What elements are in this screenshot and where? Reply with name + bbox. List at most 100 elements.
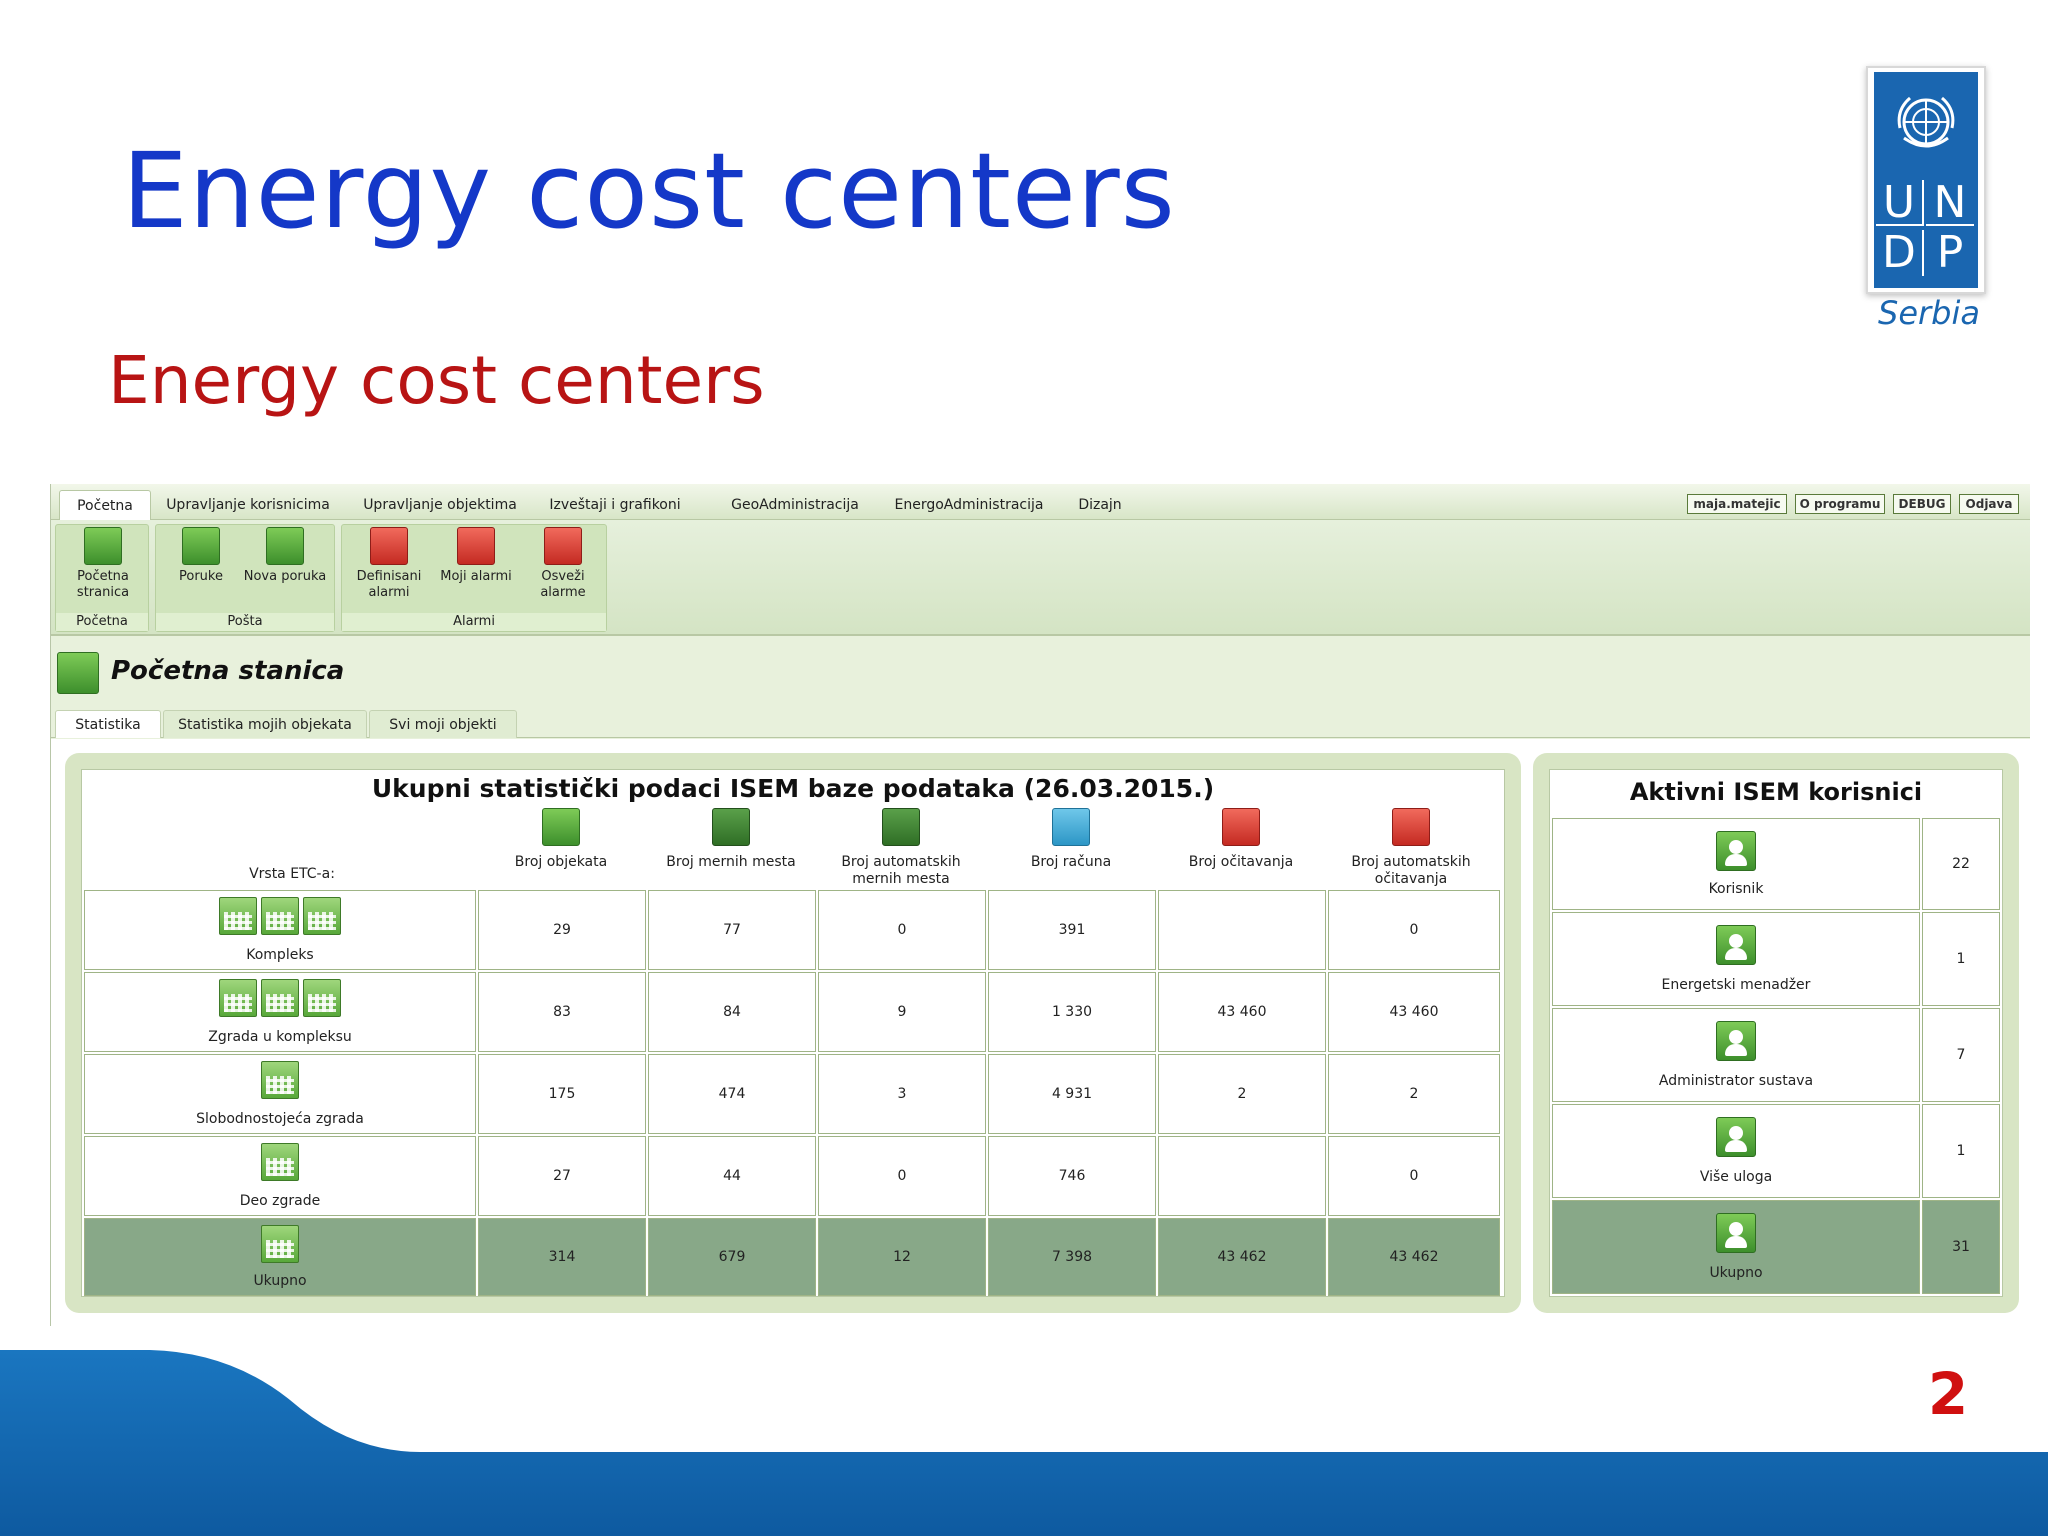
footer-wave bbox=[0, 1350, 2048, 1536]
col-header-meters: Broj mernih mesta bbox=[646, 808, 816, 871]
slide-title: Energy cost centers bbox=[122, 130, 1176, 252]
menu-tab-design[interactable]: Dizajn bbox=[1065, 490, 1135, 520]
menu-tab-objects[interactable]: Upravljanje objektima bbox=[357, 490, 523, 520]
menu-bar: Početna Upravljanje korisnicima Upravlja… bbox=[51, 484, 2030, 520]
alarm-clock-icon bbox=[370, 527, 408, 565]
total-icon bbox=[261, 1225, 299, 1263]
alarm-refresh-icon bbox=[544, 527, 582, 565]
ribbon-button-label: Poruke bbox=[179, 569, 223, 584]
slide: Energy cost centers Energy cost centers … bbox=[0, 0, 2048, 1536]
complex-icon bbox=[303, 897, 341, 935]
page-title: Početna stanica bbox=[111, 656, 345, 686]
table-row-label: Zgrada u kompleksu bbox=[84, 972, 476, 1052]
user-count-cell: 22 bbox=[1922, 818, 2000, 910]
row-type-header: Vrsta ETC-a: bbox=[249, 866, 335, 882]
standalone-building-icon bbox=[261, 1061, 299, 1099]
slide-subtitle: Energy cost centers bbox=[108, 342, 765, 419]
user-icon bbox=[1716, 831, 1756, 871]
reading-chart-icon bbox=[1392, 808, 1430, 846]
logout-button[interactable]: Odjava bbox=[1959, 494, 2019, 514]
logo-letter: D bbox=[1876, 230, 1924, 276]
table-cell: 27 bbox=[478, 1136, 646, 1216]
user-count-cell: 1 bbox=[1922, 1104, 2000, 1198]
table-cell: 4 931 bbox=[988, 1054, 1156, 1134]
menu-tab-geoadmin[interactable]: GeoAdministracija bbox=[715, 490, 875, 520]
envelope-icon bbox=[266, 527, 304, 565]
table-cell: 3 bbox=[818, 1054, 986, 1134]
refresh-alarms-button[interactable]: Osveži alarme bbox=[524, 527, 602, 601]
ribbon-button-label: Moji alarmi bbox=[440, 569, 512, 584]
users-group-icon bbox=[1716, 1213, 1756, 1253]
ribbon-button-label: alarme bbox=[540, 585, 586, 600]
tab-my-objects-statistics[interactable]: Statistika mojih objekata bbox=[163, 710, 367, 738]
table-cell: 1 330 bbox=[988, 972, 1156, 1052]
ribbon-button-label: alarmi bbox=[368, 585, 410, 600]
table-cell: 0 bbox=[818, 1136, 986, 1216]
stats-title: Ukupni statistički podaci ISEM baze poda… bbox=[371, 774, 1215, 803]
debug-button[interactable]: DEBUG bbox=[1893, 494, 1951, 514]
user-icon bbox=[1716, 925, 1756, 965]
app-screenshot: Početna Upravljanje korisnicima Upravlja… bbox=[50, 484, 2030, 1326]
my-alarms-button[interactable]: Moji alarmi bbox=[434, 527, 518, 585]
home-page-button[interactable]: Početna stranica bbox=[62, 527, 144, 601]
menu-tab-pocetna[interactable]: Početna bbox=[59, 490, 151, 520]
user-button[interactable]: maja.matejic bbox=[1687, 494, 1787, 514]
invoice-icon bbox=[1052, 808, 1090, 846]
table-total-cell: 43 462 bbox=[1158, 1218, 1326, 1296]
table-total-cell: 679 bbox=[648, 1218, 816, 1296]
complex-icon bbox=[261, 897, 299, 935]
user-role-cell: Korisnik bbox=[1552, 818, 1920, 910]
inbox-icon bbox=[182, 527, 220, 565]
ribbon-group-label: Pošta bbox=[156, 613, 334, 631]
table-total-cell: 43 462 bbox=[1328, 1218, 1500, 1296]
ribbon-button-label: stranica bbox=[76, 585, 130, 600]
ribbon-group-home: Početna stranica Početna bbox=[55, 524, 149, 632]
messages-button[interactable]: Poruke bbox=[166, 527, 236, 585]
user-total-count: 31 bbox=[1922, 1200, 2000, 1294]
table-cell bbox=[1158, 890, 1326, 970]
logo-letter: N bbox=[1926, 180, 1974, 226]
table-cell: 9 bbox=[818, 972, 986, 1052]
ribbon-button-label: Nova poruka bbox=[243, 569, 327, 584]
about-button[interactable]: O programu bbox=[1795, 494, 1885, 514]
table-cell: 43 460 bbox=[1158, 972, 1326, 1052]
meter-icon bbox=[712, 808, 750, 846]
ribbon-button-label: Početna bbox=[77, 569, 129, 584]
table-cell: 0 bbox=[1328, 890, 1500, 970]
user-role-cell: Administrator sustava bbox=[1552, 1008, 1920, 1102]
menu-tab-reports[interactable]: Izveštaji i grafikoni bbox=[545, 490, 685, 520]
table-row-label: Kompleks bbox=[84, 890, 476, 970]
ribbon-group-mail: Poruke Nova poruka Pošta bbox=[155, 524, 335, 632]
table-cell bbox=[1158, 1136, 1326, 1216]
table-cell: 2 bbox=[1328, 1054, 1500, 1134]
col-header-objects: Broj objekata bbox=[476, 808, 646, 871]
table-cell: 83 bbox=[478, 972, 646, 1052]
table-cell: 0 bbox=[1328, 1136, 1500, 1216]
tab-statistics[interactable]: Statistika bbox=[55, 710, 161, 738]
building-part-icon bbox=[261, 1143, 299, 1181]
user-icon bbox=[1716, 1117, 1756, 1157]
defined-alarms-button[interactable]: Definisani alarmi bbox=[348, 527, 430, 601]
alarm-clock-icon bbox=[457, 527, 495, 565]
ribbon-group-label: Početna bbox=[56, 613, 148, 631]
table-row-label: Slobodnostojeća zgrada bbox=[84, 1054, 476, 1134]
table-total-label: Ukupno bbox=[84, 1218, 476, 1296]
user-role-cell: Energetski menadžer bbox=[1552, 912, 1920, 1006]
table-cell: 175 bbox=[478, 1054, 646, 1134]
tab-all-my-objects[interactable]: Svi moji objekti bbox=[369, 710, 517, 738]
meter-icon bbox=[882, 808, 920, 846]
content-area: Ukupni statistički podaci ISEM baze poda… bbox=[51, 739, 2030, 1326]
ribbon-group-alarms: Definisani alarmi Moji alarmi Osveži ala… bbox=[341, 524, 607, 632]
building-in-complex-icon bbox=[219, 979, 257, 1017]
ribbon-button-label: Osveži bbox=[541, 569, 585, 584]
menu-tab-energoadmin[interactable]: EnergoAdministracija bbox=[879, 490, 1059, 520]
new-message-button[interactable]: Nova poruka bbox=[240, 527, 330, 585]
table-row-label: Deo zgrade bbox=[84, 1136, 476, 1216]
user-count-cell: 1 bbox=[1922, 912, 2000, 1006]
stats-panel: Ukupni statistički podaci ISEM baze poda… bbox=[65, 753, 1521, 1313]
building-in-complex-icon bbox=[303, 979, 341, 1017]
menu-tab-users[interactable]: Upravljanje korisnicima bbox=[163, 490, 333, 520]
table-cell: 391 bbox=[988, 890, 1156, 970]
user-count-cell: 7 bbox=[1922, 1008, 2000, 1102]
slide-number: 2 bbox=[1927, 1360, 1969, 1428]
